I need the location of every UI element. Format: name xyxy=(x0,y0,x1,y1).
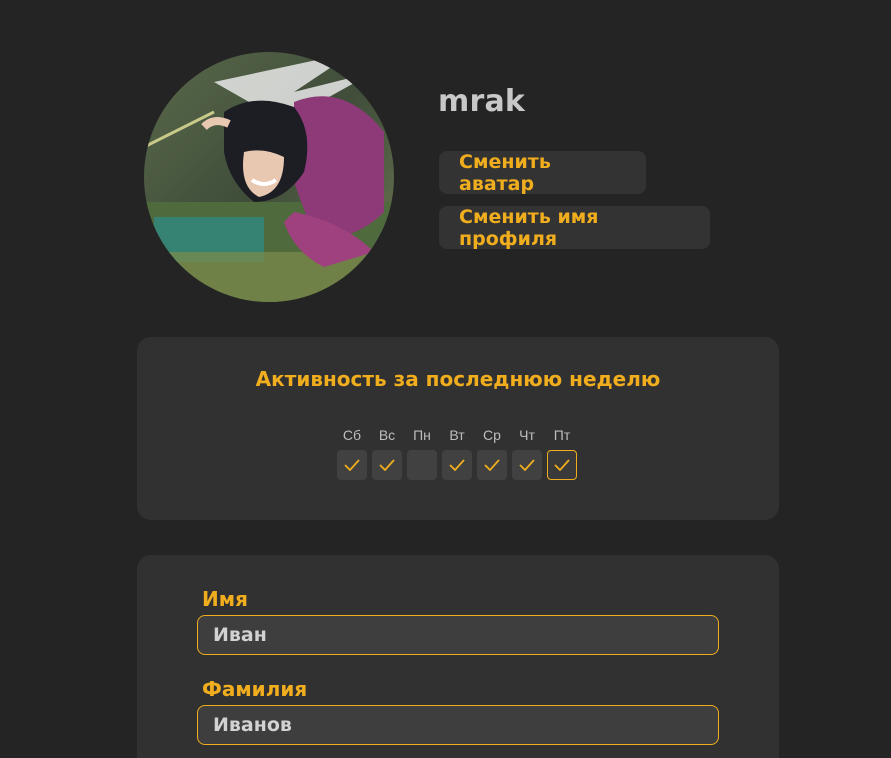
day-tue: Вт xyxy=(442,425,472,480)
day-checkbox xyxy=(337,450,367,480)
activity-card: Активность за последнюю неделю Сб Вс Пн … xyxy=(137,337,779,520)
profile-avatar xyxy=(144,52,394,302)
check-icon xyxy=(344,459,360,471)
day-label: Пт xyxy=(553,427,571,443)
check-icon xyxy=(484,459,500,471)
day-checkbox xyxy=(407,450,437,480)
day-label: Ср xyxy=(483,427,501,443)
day-checkbox xyxy=(442,450,472,480)
day-label: Сб xyxy=(342,427,362,443)
day-label: Чт xyxy=(519,427,535,443)
day-checkbox xyxy=(512,450,542,480)
change-profile-name-button[interactable]: Сменить имя профиля xyxy=(439,206,710,250)
check-icon xyxy=(379,459,395,471)
profile-form-card: Имя Фамилия xyxy=(137,555,779,758)
check-icon xyxy=(554,459,570,471)
check-icon xyxy=(449,459,465,471)
check-icon xyxy=(519,459,535,471)
day-sat: Сб xyxy=(337,425,367,480)
day-label: Вс xyxy=(378,427,396,443)
day-checkbox xyxy=(477,450,507,480)
last-name-label: Фамилия xyxy=(202,677,308,701)
activity-week: Сб Вс Пн Вт Ср Чт Пт xyxy=(337,425,577,480)
day-sun: Вс xyxy=(372,425,402,480)
day-wed: Ср xyxy=(477,425,507,480)
profile-username: mrak xyxy=(438,84,526,119)
day-mon: Пн xyxy=(407,425,437,480)
avatar-image xyxy=(144,52,394,302)
day-checkbox xyxy=(372,450,402,480)
day-label: Пн xyxy=(413,427,431,443)
day-label: Вт xyxy=(449,427,465,443)
change-avatar-button[interactable]: Сменить аватар xyxy=(439,151,646,195)
last-name-input[interactable] xyxy=(197,705,719,745)
activity-title: Активность за последнюю неделю xyxy=(255,367,661,391)
day-checkbox-today xyxy=(547,450,577,480)
profile-page: mrak Сменить аватар Сменить имя профиля … xyxy=(0,0,891,758)
day-thu: Чт xyxy=(512,425,542,480)
first-name-input[interactable] xyxy=(197,615,719,655)
first-name-label: Имя xyxy=(202,587,248,611)
day-fri: Пт xyxy=(547,425,577,480)
